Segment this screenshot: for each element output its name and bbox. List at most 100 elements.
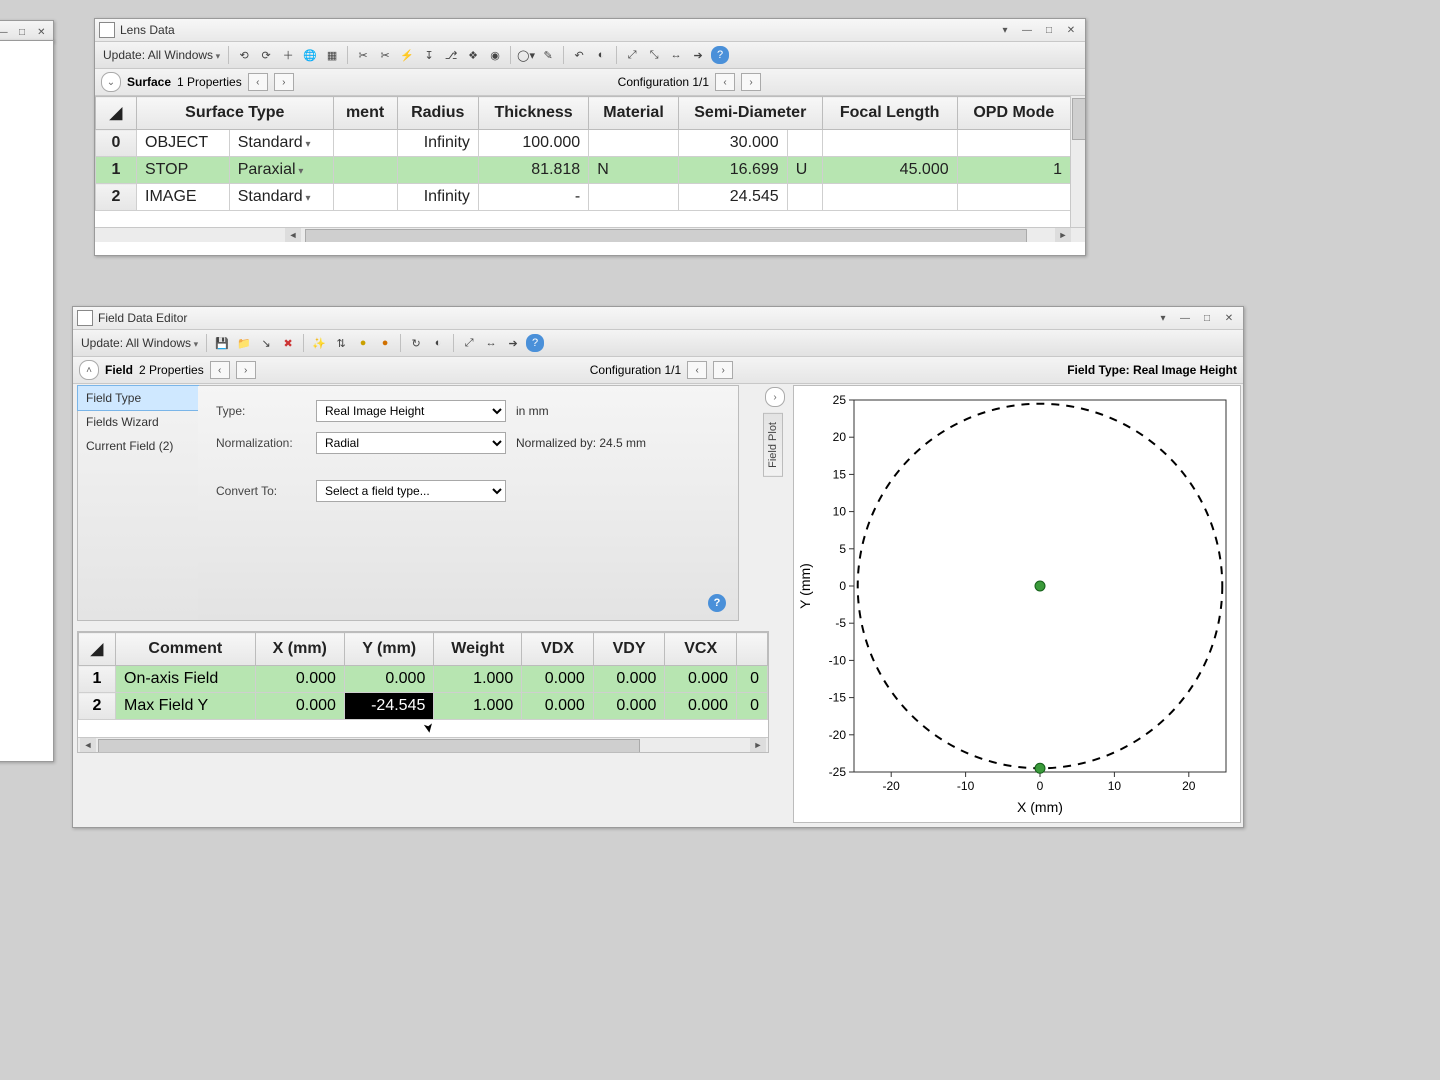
cell-label[interactable]: OBJECT	[137, 130, 230, 157]
lens-vscroll[interactable]	[1070, 96, 1085, 228]
field-hscroll[interactable]: ◄ ►	[78, 737, 768, 752]
panel-help-icon[interactable]: ?	[708, 594, 726, 612]
sort-icon[interactable]: ⇅	[332, 334, 350, 352]
cell-vdx[interactable]: 0.000	[522, 666, 594, 693]
collapse-chevron-icon[interactable]: ⌄	[101, 72, 121, 92]
expand-icon[interactable]: ⤢	[460, 334, 478, 352]
col-y[interactable]: Y (mm)	[344, 633, 433, 666]
col-vdx[interactable]: VDX	[522, 633, 594, 666]
prev-field-button[interactable]: ‹	[210, 361, 230, 379]
cell-semi-flag[interactable]	[787, 184, 822, 211]
next-field-button[interactable]: ›	[236, 361, 256, 379]
folder-icon[interactable]: 📁	[235, 334, 253, 352]
row-number[interactable]: 2	[96, 184, 137, 211]
field-table[interactable]: ◢ Comment X (mm) Y (mm) Weight VDX VDY V…	[78, 632, 768, 720]
minimize-icon[interactable]: —	[0, 24, 11, 40]
expand-icon[interactable]: ⤢	[623, 46, 641, 64]
branch-icon[interactable]: ⎇	[442, 46, 460, 64]
lens-row[interactable]: 1STOPParaxial81.818N16.699U45.0001	[96, 157, 1071, 184]
close-icon[interactable]: ✕	[33, 24, 50, 40]
prev-config-button[interactable]: ‹	[715, 73, 735, 91]
maximize-icon[interactable]: □	[13, 24, 30, 40]
cell-y[interactable]: -24.545	[344, 693, 433, 720]
tool-icon[interactable]: ✂	[354, 46, 372, 64]
cell-opd-mode[interactable]	[957, 184, 1070, 211]
circle-dropdown-icon[interactable]: ◯▾	[517, 46, 535, 64]
sidenav-field-type[interactable]: Field Type	[77, 385, 199, 411]
cell-focal-length[interactable]	[822, 184, 957, 211]
undo-icon[interactable]: ↶	[570, 46, 588, 64]
lens-titlebar[interactable]: Lens Data ▾ — □ ✕	[95, 19, 1085, 42]
sidenav-current-field[interactable]: Current Field (2)	[78, 434, 198, 458]
lens-grid[interactable]: ◢ Surface Type ment Radius Thickness Mat…	[95, 96, 1085, 242]
prev-surface-button[interactable]: ‹	[248, 73, 268, 91]
cell-semi-flag[interactable]: U	[787, 157, 822, 184]
chevron-down-icon[interactable]: ▾	[1153, 310, 1173, 326]
close-icon[interactable]: ✕	[1219, 310, 1239, 326]
update-dropdown[interactable]: Update: All Windows	[79, 336, 200, 350]
circle-yellow-icon[interactable]: ●	[354, 334, 372, 352]
refresh-cw-icon[interactable]: ⟳	[257, 46, 275, 64]
cell-thickness[interactable]: 100.000	[478, 130, 588, 157]
cell-material[interactable]: N	[589, 157, 679, 184]
cell-extra[interactable]: 0	[737, 666, 768, 693]
normalization-select[interactable]: Radial	[316, 432, 506, 454]
col-comment[interactable]: Comment	[116, 633, 256, 666]
sidenav-fields-wizard[interactable]: Fields Wizard	[78, 410, 198, 434]
earth-icon[interactable]: ◉	[486, 46, 504, 64]
cell-semi-diameter[interactable]: 30.000	[678, 130, 787, 157]
arrow-right-icon[interactable]: ➔	[504, 334, 522, 352]
col-opd-mode[interactable]: OPD Mode	[957, 97, 1070, 130]
next-config-button[interactable]: ›	[713, 361, 733, 379]
cell-weight[interactable]: 1.000	[434, 693, 522, 720]
cell-label[interactable]: STOP	[137, 157, 230, 184]
cell-thickness[interactable]: -	[478, 184, 588, 211]
col-material[interactable]: Material	[589, 97, 679, 130]
cell-thickness[interactable]: 81.818	[478, 157, 588, 184]
field-titlebar[interactable]: Field Data Editor ▾ — □ ✕	[73, 307, 1243, 330]
wand-icon[interactable]: ✨	[310, 334, 328, 352]
collapse-chevron-icon[interactable]: ˄	[79, 360, 99, 380]
cell-type[interactable]: Paraxial	[229, 157, 333, 184]
cell-ment[interactable]	[333, 157, 397, 184]
arrow-right-icon[interactable]: ➔	[689, 46, 707, 64]
col-weight[interactable]: Weight	[434, 633, 522, 666]
delete-icon[interactable]: ✖	[279, 334, 297, 352]
cell-comment[interactable]: Max Field Y	[116, 693, 256, 720]
next-config-button[interactable]: ›	[741, 73, 761, 91]
swap-icon[interactable]: ↔	[482, 334, 500, 352]
cell-radius[interactable]: Infinity	[397, 184, 478, 211]
cell-y[interactable]: 0.000	[344, 666, 433, 693]
cell-label[interactable]: IMAGE	[137, 184, 230, 211]
col-semi-diameter[interactable]: Semi-Diameter	[678, 97, 822, 130]
field-plot[interactable]: -25-20-15-10-50510152025-20-1001020X (mm…	[794, 386, 1240, 822]
refresh-ccw-icon[interactable]: ⟲	[235, 46, 253, 64]
row-number[interactable]: 1	[79, 666, 116, 693]
swap-icon[interactable]: ↔	[667, 46, 685, 64]
tool2-icon[interactable]: ✂	[376, 46, 394, 64]
convert-select[interactable]: Select a field type...	[316, 480, 506, 502]
globe-icon[interactable]: 🌐	[301, 46, 319, 64]
grid-icon[interactable]: ▦	[323, 46, 341, 64]
arrow-icon[interactable]: ↘	[257, 334, 275, 352]
close-icon[interactable]: ✕	[1061, 22, 1081, 38]
cell-ment[interactable]	[333, 184, 397, 211]
col-x[interactable]: X (mm)	[255, 633, 344, 666]
cell-semi-diameter[interactable]: 24.545	[678, 184, 787, 211]
col-thickness[interactable]: Thickness	[478, 97, 588, 130]
help-icon[interactable]: ?	[711, 46, 729, 64]
save-icon[interactable]: 💾	[213, 334, 231, 352]
corner-header[interactable]: ◢	[79, 633, 116, 666]
toggle-icon[interactable]: ◐	[429, 334, 447, 352]
cell-vcx[interactable]: 0.000	[665, 693, 737, 720]
col-surface-type[interactable]: Surface Type	[137, 97, 334, 130]
expand-plot-button[interactable]: ›	[765, 387, 785, 407]
lens-row[interactable]: 2IMAGEStandardInfinity-24.545	[96, 184, 1071, 211]
field-row[interactable]: 2Max Field Y0.000-24.5451.0000.0000.0000…	[79, 693, 768, 720]
cell-type[interactable]: Standard	[229, 130, 333, 157]
circle-orange-icon[interactable]: ●	[376, 334, 394, 352]
cell-x[interactable]: 0.000	[255, 693, 344, 720]
leaf-icon[interactable]: ❖	[464, 46, 482, 64]
next-surface-button[interactable]: ›	[274, 73, 294, 91]
col-focal-length[interactable]: Focal Length	[822, 97, 957, 130]
